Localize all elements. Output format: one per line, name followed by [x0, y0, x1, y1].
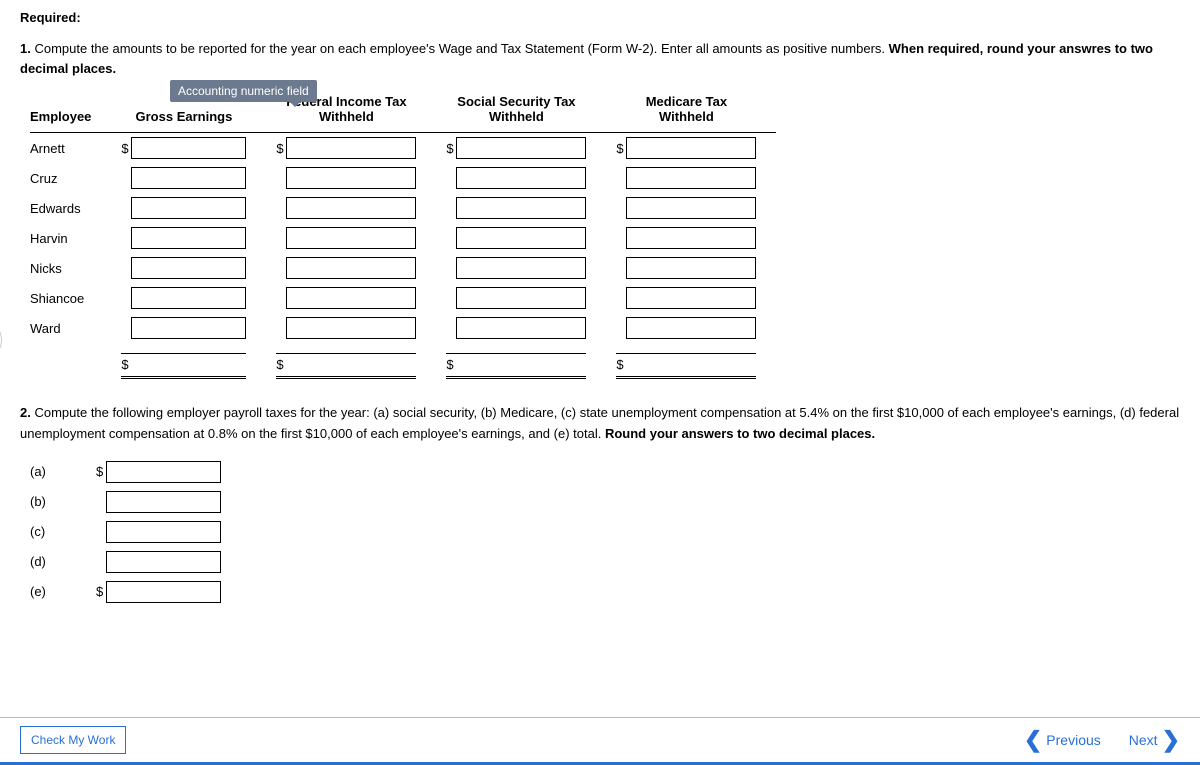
federal-input[interactable]	[286, 137, 416, 159]
employee-name: Harvin	[30, 223, 111, 253]
total-medicare-input[interactable]	[626, 354, 756, 374]
part-input[interactable]	[106, 491, 221, 513]
table-row: Harvin	[30, 223, 776, 253]
dollar-sign: $	[616, 141, 626, 156]
federal-input[interactable]	[286, 287, 416, 309]
part-label: (c)	[30, 517, 90, 547]
previous-label: Previous	[1046, 732, 1100, 748]
question-1-text: 1. Compute the amounts to be reported fo…	[20, 39, 1180, 78]
total-gross-input[interactable]	[131, 354, 246, 374]
federal-input[interactable]	[286, 227, 416, 249]
check-my-work-button[interactable]: Check My Work	[20, 726, 126, 754]
employee-name: Arnett	[30, 133, 111, 164]
col-social-security: Social Security TaxWithheld	[436, 88, 606, 133]
q2-number: 2.	[20, 405, 31, 420]
part-label: (b)	[30, 487, 90, 517]
table-row: Shiancoe	[30, 283, 776, 313]
gross-input[interactable]	[131, 137, 246, 159]
col-medicare: Medicare TaxWithheld	[606, 88, 776, 133]
q1-number: 1.	[20, 41, 31, 56]
required-heading: Required:	[20, 10, 1180, 25]
employee-name: Cruz	[30, 163, 111, 193]
ss-input[interactable]	[456, 137, 586, 159]
medicare-input[interactable]	[626, 137, 756, 159]
dollar-sign: $	[616, 357, 626, 372]
gross-input[interactable]	[131, 197, 246, 219]
medicare-input[interactable]	[626, 197, 756, 219]
table-row: (b)	[30, 487, 227, 517]
employer-tax-table: (a) $ (b)(c)(d)(e) $	[30, 457, 1180, 607]
employee-name: Nicks	[30, 253, 111, 283]
q1-body: Compute the amounts to be reported for t…	[31, 41, 889, 56]
table-row: (e) $	[30, 577, 227, 607]
federal-input[interactable]	[286, 257, 416, 279]
part-label: (a)	[30, 457, 90, 487]
chevron-left-icon: ❮	[1024, 729, 1042, 751]
ss-input[interactable]	[456, 287, 586, 309]
part-input[interactable]	[106, 461, 221, 483]
gross-input[interactable]	[131, 167, 246, 189]
part-input[interactable]	[106, 521, 221, 543]
footer-bar: Check My Work ❮ Previous Next ❯	[0, 717, 1200, 765]
dollar-sign: $	[446, 357, 456, 372]
q2-body: Compute the following employer payroll t…	[20, 405, 1179, 441]
employee-name: Ward	[30, 313, 111, 343]
federal-input[interactable]	[286, 167, 416, 189]
medicare-input[interactable]	[626, 257, 756, 279]
part-input[interactable]	[106, 551, 221, 573]
table-row: Edwards	[30, 193, 776, 223]
ss-input[interactable]	[456, 167, 586, 189]
total-ss-input[interactable]	[456, 354, 586, 374]
part-label: (e)	[30, 577, 90, 607]
next-label: Next	[1129, 732, 1158, 748]
q2-bold: Round your answers to two decimal places…	[605, 426, 875, 441]
gross-input[interactable]	[131, 287, 246, 309]
w2-table-container: Accounting numeric field Employee Gross …	[30, 88, 1180, 383]
ss-input[interactable]	[456, 257, 586, 279]
previous-button[interactable]: ❮ Previous	[1024, 729, 1101, 751]
gross-input[interactable]	[131, 317, 246, 339]
medicare-input[interactable]	[626, 287, 756, 309]
part-input[interactable]	[106, 581, 221, 603]
next-button[interactable]: Next ❯	[1129, 729, 1180, 751]
federal-input[interactable]	[286, 197, 416, 219]
employee-name: Edwards	[30, 193, 111, 223]
medicare-input[interactable]	[626, 317, 756, 339]
dollar-sign: $	[121, 357, 131, 372]
medicare-input[interactable]	[626, 167, 756, 189]
ss-input[interactable]	[456, 317, 586, 339]
table-row: Arnett $ $ $ $	[30, 133, 776, 164]
table-row: (a) $	[30, 457, 227, 487]
total-federal-input[interactable]	[286, 354, 416, 374]
field-tooltip: Accounting numeric field	[170, 80, 317, 102]
w2-table: Employee Gross Earnings Federal Income T…	[30, 88, 776, 383]
dollar-sign: $	[121, 141, 131, 156]
dollar-sign: $	[96, 584, 106, 599]
nav-group: ❮ Previous Next ❯	[1024, 729, 1180, 751]
table-row: Ward	[30, 313, 776, 343]
chevron-right-icon: ❯	[1162, 729, 1180, 751]
dollar-sign: $	[96, 464, 106, 479]
col-employee: Employee	[30, 88, 111, 133]
question-2-text: 2. Compute the following employer payrol…	[20, 403, 1180, 445]
federal-input[interactable]	[286, 317, 416, 339]
table-row: Nicks	[30, 253, 776, 283]
ss-input[interactable]	[456, 197, 586, 219]
medicare-input[interactable]	[626, 227, 756, 249]
gross-input[interactable]	[131, 257, 246, 279]
employee-name: Shiancoe	[30, 283, 111, 313]
dollar-sign: $	[276, 357, 286, 372]
totals-row: $ $ $ $	[30, 343, 776, 383]
dollar-sign: $	[446, 141, 456, 156]
table-row: (c)	[30, 517, 227, 547]
dollar-sign: $	[276, 141, 286, 156]
part-label: (d)	[30, 547, 90, 577]
ss-input[interactable]	[456, 227, 586, 249]
left-tab-marker	[0, 318, 2, 362]
table-row: Cruz	[30, 163, 776, 193]
table-row: (d)	[30, 547, 227, 577]
gross-input[interactable]	[131, 227, 246, 249]
